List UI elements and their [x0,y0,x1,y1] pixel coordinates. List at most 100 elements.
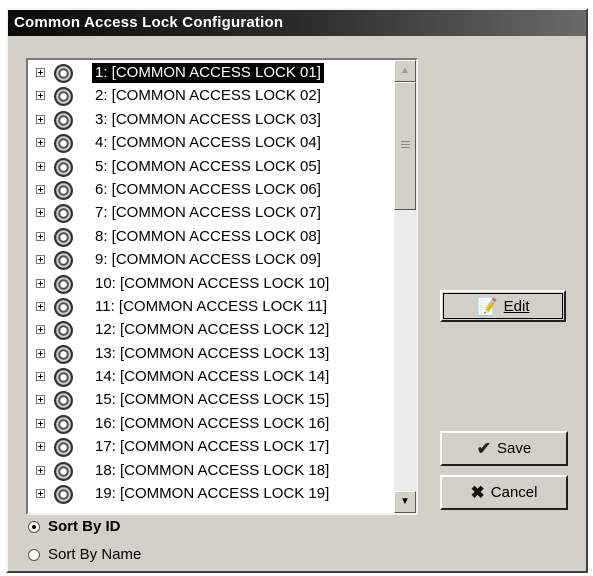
tree-item[interactable]: 12: [COMMON ACCESS LOCK 12] [28,319,388,342]
tree-item[interactable]: 14: [COMMON ACCESS LOCK 14] [28,366,388,389]
tree-item[interactable]: 13: [COMMON ACCESS LOCK 13] [28,343,388,366]
edit-document-icon: 📝 [476,296,498,316]
tree-item[interactable]: 16: [COMMON ACCESS LOCK 16] [28,413,388,436]
tree-item-label: 13: [COMMON ACCESS LOCK 13] [95,344,330,362]
tree-item[interactable]: 8: [COMMON ACCESS LOCK 08] [28,226,388,249]
lock-gear-icon [54,485,73,505]
plus-expander-icon[interactable] [36,489,45,499]
tree-item[interactable]: 17: [COMMON ACCESS LOCK 17] [28,436,388,459]
lock-tree-view[interactable]: 1: [COMMON ACCESS LOCK 01] 2: [COMMON ACC… [26,58,418,515]
tree-item-label: 16: [COMMON ACCESS LOCK 16] [95,414,330,432]
sort-by-id-option[interactable]: Sort By ID [28,518,121,535]
plus-expander-icon[interactable] [36,161,45,171]
edit-label: Edit [503,297,530,315]
plus-expander-icon[interactable] [36,91,45,101]
plus-expander-icon[interactable] [36,68,45,77]
tree-item-label: 9: [COMMON ACCESS LOCK 09] [95,251,321,269]
lock-gear-icon [54,204,73,224]
cancel-label: Cancel [490,484,538,501]
tree-item-label: 3: [COMMON ACCESS LOCK 03] [95,110,321,128]
sort-by-name-radio[interactable] [28,548,40,561]
lock-gear-icon [54,391,73,411]
checkmark-icon: ✔ [476,439,492,458]
tree-item-label: 2: [COMMON ACCESS LOCK 02] [95,87,321,105]
lock-gear-icon [54,274,73,294]
tree-item-label: 1: [COMMON ACCESS LOCK 01] [92,63,324,83]
plus-expander-icon[interactable] [36,301,45,311]
lock-gear-icon [54,297,73,317]
sort-by-id-label: Sort By ID [48,518,121,535]
lock-gear-icon [54,110,73,130]
plus-expander-icon[interactable] [36,208,45,218]
plus-expander-icon[interactable] [36,372,45,382]
save-label: Save [497,440,532,457]
tree-item[interactable]: 10: [COMMON ACCESS LOCK 10] [28,273,388,296]
tree-item-label: 18: [COMMON ACCESS LOCK 18] [95,461,330,479]
tree-item[interactable]: 15: [COMMON ACCESS LOCK 15] [28,389,388,412]
sort-by-id-radio[interactable] [28,520,40,533]
tree-item-label: 12: [COMMON ACCESS LOCK 12] [95,321,330,339]
lock-gear-icon [54,87,73,107]
lock-gear-icon [54,251,73,271]
lock-gear-icon [54,344,73,364]
save-button[interactable]: ✔ Save [440,431,568,466]
lock-gear-icon [54,64,73,83]
plus-expander-icon[interactable] [36,278,45,288]
sort-by-name-option[interactable]: Sort By Name [28,546,141,563]
plus-expander-icon[interactable] [36,348,45,358]
plus-expander-icon[interactable] [36,255,45,265]
plus-expander-icon[interactable] [36,231,45,241]
vertical-scrollbar[interactable]: ▲ ▼ [394,60,416,513]
scroll-up-button[interactable]: ▲ [394,60,416,82]
tree-item-label: 17: [COMMON ACCESS LOCK 17] [95,438,330,456]
tree-item-label: 15: [COMMON ACCESS LOCK 15] [95,391,330,409]
tree-list: 1: [COMMON ACCESS LOCK 01] 2: [COMMON ACC… [28,62,388,506]
plus-expander-icon[interactable] [36,442,45,452]
plus-expander-icon[interactable] [36,138,45,148]
tree-item[interactable]: 6: [COMMON ACCESS LOCK 06] [28,179,388,202]
plus-expander-icon[interactable] [36,465,45,475]
tree-item[interactable]: 9: [COMMON ACCESS LOCK 09] [28,249,388,272]
tree-item-label: 10: [COMMON ACCESS LOCK 10] [95,274,330,292]
plus-expander-icon[interactable] [36,184,45,194]
plus-expander-icon[interactable] [36,325,45,335]
plus-expander-icon[interactable] [36,114,45,124]
lock-gear-icon [54,321,73,341]
edit-button[interactable]: 📝 Edit [440,290,566,322]
tree-item[interactable]: 4: [COMMON ACCESS LOCK 04] [28,132,388,155]
tree-item-label: 14: [COMMON ACCESS LOCK 14] [95,368,330,386]
lock-gear-icon [54,180,73,200]
scroll-down-button[interactable]: ▼ [394,491,416,513]
tree-item-label: 4: [COMMON ACCESS LOCK 04] [95,134,321,152]
lock-gear-icon [54,157,73,177]
tree-item[interactable]: 18: [COMMON ACCESS LOCK 18] [28,460,388,483]
lock-gear-icon [54,368,73,388]
tree-item-label: 6: [COMMON ACCESS LOCK 06] [95,180,321,198]
x-icon: ✖ [470,483,485,502]
lock-gear-icon [54,134,73,154]
tree-item-label: 7: [COMMON ACCESS LOCK 07] [95,204,321,222]
tree-item-label: 5: [COMMON ACCESS LOCK 05] [95,157,321,175]
tree-item[interactable]: 7: [COMMON ACCESS LOCK 07] [28,202,388,225]
tree-item[interactable]: 3: [COMMON ACCESS LOCK 03] [28,109,388,132]
sort-by-name-label: Sort By Name [48,546,142,563]
plus-expander-icon[interactable] [36,418,45,428]
lock-config-dialog: Common Access Lock Configuration 1: [COM… [6,8,588,573]
scroll-thumb[interactable] [394,82,416,210]
lock-gear-icon [54,227,73,247]
plus-expander-icon[interactable] [36,395,45,405]
tree-item[interactable]: 19: [COMMON ACCESS LOCK 19] [28,483,388,506]
tree-item[interactable]: 5: [COMMON ACCESS LOCK 05] [28,156,388,179]
title-bar: Common Access Lock Configuration [8,10,586,36]
cancel-button[interactable]: ✖ Cancel [440,475,568,510]
tree-item-label: 11: [COMMON ACCESS LOCK 11] [95,297,328,315]
lock-gear-icon [54,461,73,481]
tree-item[interactable]: 1: [COMMON ACCESS LOCK 01] [28,62,388,85]
tree-item[interactable]: 2: [COMMON ACCESS LOCK 02] [28,85,388,108]
lock-gear-icon [54,414,73,434]
window-title: Common Access Lock Configuration [14,14,284,31]
tree-item-label: 19: [COMMON ACCESS LOCK 19] [95,485,330,503]
tree-item[interactable]: 11: [COMMON ACCESS LOCK 11] [28,296,388,319]
lock-gear-icon [54,438,73,458]
tree-item-label: 8: [COMMON ACCESS LOCK 08] [95,227,321,245]
